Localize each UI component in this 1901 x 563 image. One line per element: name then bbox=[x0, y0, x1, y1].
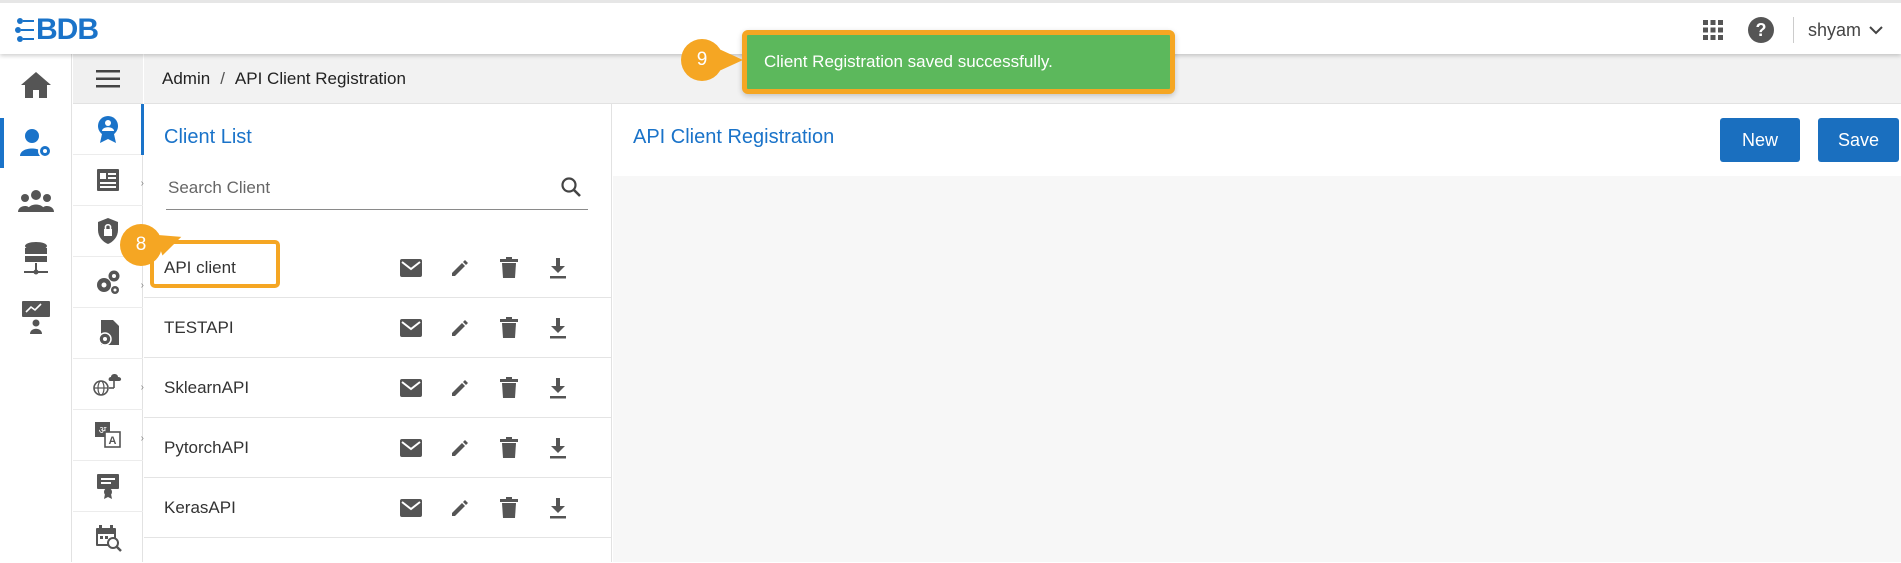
submenu-item-documents[interactable]: › bbox=[73, 155, 144, 206]
download-icon[interactable] bbox=[547, 257, 569, 279]
edit-icon[interactable] bbox=[449, 497, 471, 519]
breadcrumb-admin[interactable]: Admin bbox=[162, 69, 210, 89]
presenter-icon bbox=[22, 301, 50, 334]
delete-icon[interactable] bbox=[498, 497, 520, 519]
admin-submenu: › › › अA › bbox=[73, 54, 144, 563]
delete-icon[interactable] bbox=[498, 377, 520, 399]
page-title: API Client Registration bbox=[633, 126, 835, 148]
client-actions bbox=[400, 358, 569, 418]
client-actions bbox=[400, 478, 569, 538]
toast-message: Client Registration saved successfully. bbox=[764, 52, 1053, 71]
email-icon[interactable] bbox=[400, 437, 422, 459]
submenu-item-api-client[interactable] bbox=[73, 104, 144, 155]
breadcrumb-current: API Client Registration bbox=[234, 68, 406, 88]
submenu-item-api-network[interactable]: › bbox=[73, 359, 144, 410]
success-toast: Client Registration saved successfully. bbox=[742, 30, 1175, 94]
client-name[interactable]: PytorchAPI bbox=[164, 418, 249, 478]
registration-panel: API Client Registration New Save bbox=[613, 104, 1901, 562]
client-actions bbox=[400, 238, 569, 298]
submenu-item-certificate[interactable] bbox=[73, 461, 143, 512]
menu-toggle[interactable] bbox=[73, 54, 143, 104]
user-settings-icon bbox=[20, 129, 52, 158]
user-menu[interactable]: shyam bbox=[1808, 20, 1883, 41]
sidebar-item-presentation[interactable] bbox=[0, 288, 72, 346]
client-list-title: Client List bbox=[164, 126, 252, 148]
sidebar-item-admin[interactable] bbox=[0, 114, 72, 172]
shield-lock-icon bbox=[98, 218, 118, 244]
edit-icon[interactable] bbox=[449, 257, 471, 279]
registration-header: API Client Registration New Save bbox=[613, 104, 1901, 176]
submenu-item-language[interactable]: अA › bbox=[73, 410, 144, 461]
gears-icon bbox=[97, 270, 120, 294]
search-client-input[interactable] bbox=[166, 177, 546, 198]
delete-icon[interactable] bbox=[498, 257, 520, 279]
client-row[interactable]: KerasAPI bbox=[144, 478, 611, 538]
svg-text:?: ? bbox=[1755, 20, 1766, 40]
edit-icon[interactable] bbox=[449, 437, 471, 459]
save-button[interactable]: Save bbox=[1818, 118, 1899, 162]
submenu-item-document-settings[interactable] bbox=[73, 308, 143, 359]
primary-sidebar bbox=[0, 54, 72, 562]
email-icon[interactable] bbox=[400, 317, 422, 339]
sidebar-item-users[interactable] bbox=[0, 172, 72, 230]
client-list-panel: Client List API client TESTAPI SklearnAP… bbox=[144, 104, 612, 562]
step-badge-8: 8 bbox=[120, 224, 162, 266]
logo-text: BDB bbox=[36, 13, 99, 46]
database-network-icon bbox=[24, 242, 48, 275]
api-client-badge-icon bbox=[98, 116, 118, 143]
bdb-logo[interactable]: BDB bbox=[14, 13, 99, 47]
client-name[interactable]: TESTAPI bbox=[164, 298, 234, 358]
step-badge-9: 9 bbox=[681, 39, 743, 81]
client-actions bbox=[400, 298, 569, 358]
client-row[interactable]: SklearnAPI bbox=[144, 358, 611, 418]
breadcrumb-separator: / bbox=[220, 68, 225, 88]
sidebar-item-data-center[interactable] bbox=[0, 230, 72, 288]
svg-text:A: A bbox=[109, 435, 117, 447]
search-icon[interactable] bbox=[560, 176, 582, 203]
users-group-icon bbox=[18, 190, 54, 212]
submenu-item-scheduler[interactable] bbox=[73, 512, 143, 563]
email-icon[interactable] bbox=[400, 257, 422, 279]
translate-icon: अA bbox=[95, 422, 121, 448]
client-actions bbox=[400, 418, 569, 478]
download-icon[interactable] bbox=[547, 317, 569, 339]
apps-grid-icon[interactable] bbox=[1693, 10, 1733, 50]
delete-icon[interactable] bbox=[498, 437, 520, 459]
calendar-search-icon bbox=[96, 524, 122, 552]
client-name[interactable]: SklearnAPI bbox=[164, 358, 249, 418]
client-row[interactable]: TESTAPI bbox=[144, 298, 611, 358]
submenu-item-configurations[interactable]: › bbox=[73, 257, 144, 308]
search-box bbox=[166, 166, 588, 210]
email-icon[interactable] bbox=[400, 377, 422, 399]
logo-mark-icon bbox=[15, 18, 34, 42]
new-button[interactable]: New bbox=[1720, 118, 1800, 162]
delete-icon[interactable] bbox=[498, 317, 520, 339]
document-list-icon bbox=[97, 169, 119, 191]
document-gear-icon bbox=[98, 320, 119, 346]
hamburger-icon bbox=[96, 69, 120, 87]
email-icon[interactable] bbox=[400, 497, 422, 519]
user-name: shyam bbox=[1807, 19, 1861, 40]
sidebar-item-home[interactable] bbox=[0, 56, 72, 114]
download-icon[interactable] bbox=[547, 377, 569, 399]
header-divider bbox=[1792, 17, 1794, 43]
edit-icon[interactable] bbox=[449, 377, 471, 399]
home-icon bbox=[21, 72, 51, 98]
client-row[interactable]: PytorchAPI bbox=[144, 418, 611, 478]
globe-cloud-icon bbox=[93, 374, 122, 396]
chevron-down-icon bbox=[1869, 26, 1883, 35]
edit-icon[interactable] bbox=[449, 317, 471, 339]
certificate-icon bbox=[97, 474, 119, 499]
download-icon[interactable] bbox=[547, 497, 569, 519]
download-icon[interactable] bbox=[547, 437, 569, 459]
help-icon[interactable]: ? bbox=[1741, 10, 1781, 50]
client-name[interactable]: KerasAPI bbox=[164, 478, 236, 538]
